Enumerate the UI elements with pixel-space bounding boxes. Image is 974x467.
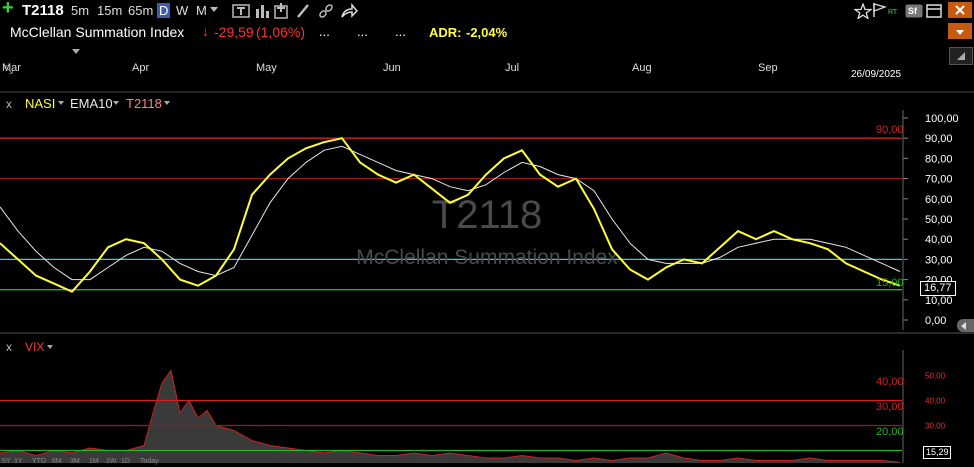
vix-y-tick-label: 40,00 <box>925 397 946 406</box>
range-button-5y[interactable]: 5Y <box>2 458 11 465</box>
chevron-down-icon[interactable] <box>47 345 53 349</box>
close-button[interactable] <box>948 2 972 18</box>
timeframe-m[interactable]: M <box>196 3 207 18</box>
legend-vix[interactable]: VIX <box>25 340 44 354</box>
add-study-icon[interactable] <box>273 3 289 19</box>
vix-y-tick-label: 30,00 <box>925 422 946 431</box>
level-label-30: 30,00 <box>876 401 904 413</box>
y-tick-label: 80,00 <box>925 153 953 165</box>
collapse-panel-button[interactable] <box>957 319 974 332</box>
timeframe-w[interactable]: W <box>176 3 188 18</box>
y-tick-label: 40,00 <box>925 234 953 246</box>
chart-settings-icon <box>957 52 965 60</box>
level-label-15: 15,00 <box>876 277 904 289</box>
chevron-down-icon[interactable] <box>58 101 64 105</box>
placeholder-2: ... <box>357 24 368 39</box>
chart-canvas: Mar Apr May Jun Jul Aug Sep T2118 McClellan Su… <box>0 62 974 463</box>
chevron-down-icon[interactable] <box>164 101 170 105</box>
vix-current-value-box: 15,29 <box>923 446 951 459</box>
y-tick-label: 100,00 <box>925 113 959 125</box>
y-tick-label: 70,00 <box>925 174 953 186</box>
vix-series <box>0 369 901 463</box>
scroll-marker-icon[interactable] <box>72 49 80 54</box>
menu-button[interactable] <box>948 23 972 39</box>
placeholder-3: ... <box>395 24 406 39</box>
bars-icon[interactable] <box>254 3 270 19</box>
crosshair-icon[interactable]: ⤡ <box>4 64 13 77</box>
month-label-sep: Sep <box>758 62 778 74</box>
panel1-close[interactable]: x <box>6 97 12 111</box>
month-label-apr: Apr <box>132 62 149 74</box>
vix-current-value: 15,29 <box>926 447 949 457</box>
window-icon[interactable] <box>926 4 942 18</box>
nasi-y-axis: 100,00 90,00 80,00 70,00 60,00 50,00 40,00 30,0… <box>902 110 959 330</box>
timeframe-d[interactable]: D <box>157 3 171 18</box>
legend-t2118[interactable]: T2118 <box>126 96 162 111</box>
close-icon <box>955 5 965 15</box>
symbol-label[interactable]: T2118 <box>22 2 64 19</box>
y-tick-label: 30,00 <box>925 254 953 266</box>
chevron-down-icon[interactable] <box>113 101 119 105</box>
rt-icon[interactable]: RT <box>888 9 897 16</box>
range-button-3m[interactable]: 3M <box>70 458 80 465</box>
nasi-current-value-box: 16,77 <box>920 281 956 296</box>
range-button-ytd[interactable]: YTD <box>32 458 46 465</box>
toolbar: + T2118 5m 15m 65m D W M RT Sf <box>0 0 974 22</box>
timeframe-5m[interactable]: 5m <box>71 3 89 18</box>
legend-nasi[interactable]: NASI <box>25 96 55 111</box>
month-label-jul: Jul <box>505 62 519 74</box>
vix-area <box>0 370 900 463</box>
link-icon[interactable] <box>318 3 334 19</box>
month-axis: Mar Apr May Jun Jul Aug Sep <box>2 62 778 74</box>
range-button-1y[interactable]: 1Y <box>14 458 23 465</box>
info-bar: McClellan Summation Index ↓ -29,59 (1,06… <box>0 22 974 42</box>
candle-type-icon[interactable] <box>232 3 250 19</box>
flag-icon[interactable] <box>872 2 888 18</box>
plus-icon[interactable]: + <box>2 0 14 20</box>
vix-level-lines <box>0 399 902 452</box>
month-label-may: May <box>256 62 277 74</box>
vix-y-tick-label: 50,00 <box>925 372 946 381</box>
y-tick-label: 10,00 <box>925 295 953 307</box>
change-percent: (1,06%) <box>256 24 306 40</box>
share-icon[interactable] <box>340 3 358 19</box>
watermark-name: McClellan Summation Index <box>356 246 618 269</box>
range-button-6m[interactable]: 6M <box>52 458 62 465</box>
adr-label: ADR: <box>429 25 462 40</box>
nasi-current-value: 16,77 <box>924 282 952 294</box>
range-button-1w[interactable]: 1W <box>106 458 117 465</box>
watermark-symbol: T2118 <box>432 193 542 237</box>
level-label-90: 90,00 <box>876 124 904 136</box>
pencil-icon[interactable] <box>296 3 310 19</box>
y-tick-label: 90,00 <box>925 133 953 145</box>
arrow-down-icon: ↓ <box>202 23 209 39</box>
range-button-1m[interactable]: 1M <box>89 458 99 465</box>
chevron-down-icon <box>956 30 964 35</box>
timeframe-65m[interactable]: 65m <box>128 3 153 18</box>
change-value: -29,59 <box>214 24 254 40</box>
range-bar: 5Y 1Y YTD 6M 3M 1M 1W 1D Today <box>0 458 200 467</box>
chart-settings-button[interactable] <box>949 47 973 65</box>
level-label-40: 40,00 <box>876 376 904 388</box>
indicator-name: McClellan Summation Index <box>10 24 185 40</box>
y-tick-label: 50,00 <box>925 214 953 226</box>
level-label-20: 20,00 <box>876 426 904 438</box>
legend-ema10[interactable]: EMA10 <box>70 96 113 111</box>
star-icon[interactable] <box>854 3 872 19</box>
adr-value: -2,04% <box>466 25 508 40</box>
month-label-aug: Aug <box>632 62 652 74</box>
sf-icon[interactable]: Sf <box>905 4 923 18</box>
date-label: 26/09/2025 <box>851 69 902 80</box>
chevron-left-icon <box>961 322 966 330</box>
y-tick-label: 0,00 <box>925 315 946 327</box>
month-label-jun: Jun <box>383 62 401 74</box>
range-button-today[interactable]: Today <box>140 458 159 465</box>
range-button-1d[interactable]: 1D <box>121 458 130 465</box>
placeholder-1: ... <box>319 24 330 39</box>
panel2-close[interactable]: x <box>6 340 12 354</box>
y-tick-label: 60,00 <box>925 194 953 206</box>
svg-text:Sf: Sf <box>908 6 918 16</box>
chevron-down-icon[interactable] <box>210 7 218 12</box>
timeframe-15m[interactable]: 15m <box>97 3 122 18</box>
